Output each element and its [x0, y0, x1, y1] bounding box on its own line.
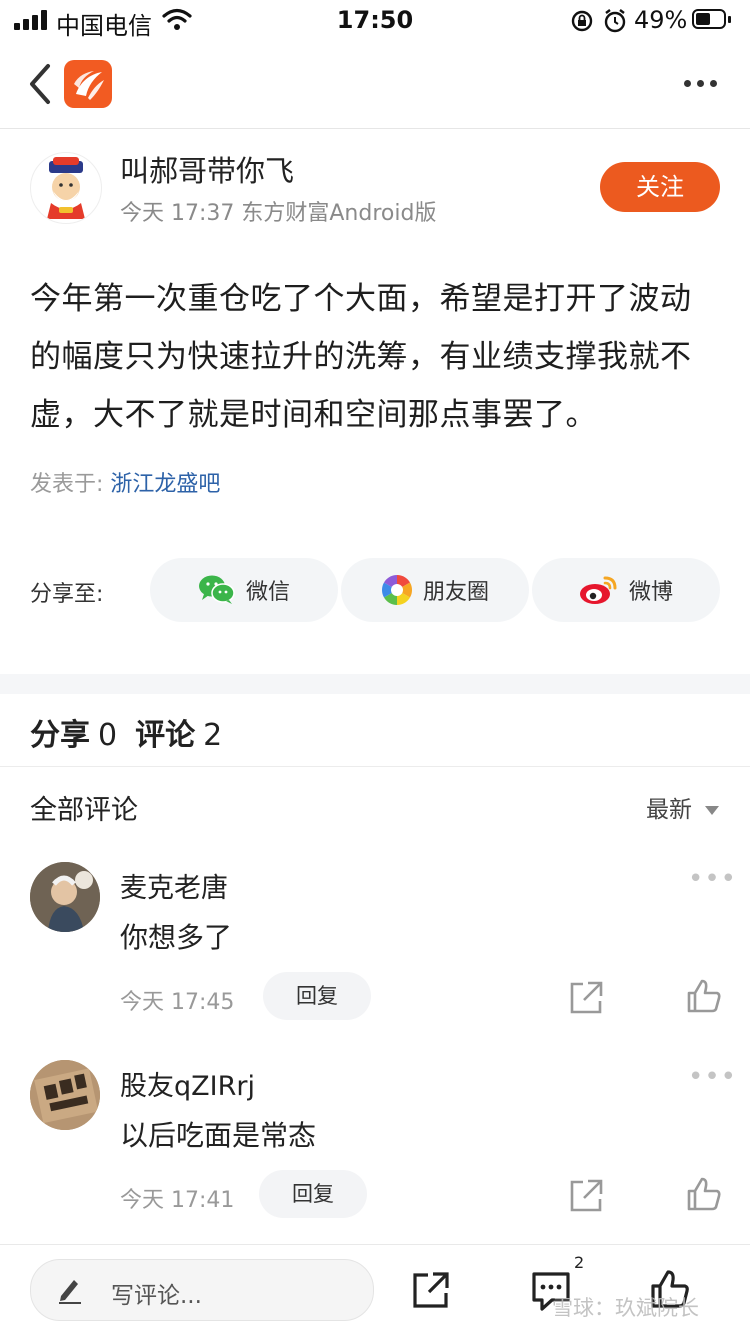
share-weibo-label: 微博	[628, 580, 673, 605]
back-button[interactable]	[24, 62, 56, 106]
posted-in-label: 发表于:	[30, 472, 104, 497]
like-icon[interactable]	[684, 976, 724, 1016]
caret-down-icon	[705, 806, 720, 815]
comment-author[interactable]: 股友qZIRrj	[120, 1064, 255, 1103]
share-wechat-label: 微信	[245, 580, 290, 605]
battery-percentage: 49%	[634, 6, 688, 34]
sort-dropdown[interactable]: 最新	[646, 790, 720, 824]
pencil-icon	[59, 1280, 81, 1304]
author-name[interactable]: 叫郝哥带你飞	[120, 148, 294, 190]
comment-count-badge: 2	[574, 1253, 585, 1272]
rotation-lock-icon	[571, 10, 593, 32]
comment-stat-label[interactable]: 评论	[135, 718, 195, 753]
post-body: 今年第一次重仓吃了个大面，希望是打开了波动的幅度只为快速拉升的洗筹，有业绩支撑我…	[30, 281, 692, 433]
watermark: 雪球：玖斌院长	[552, 1296, 699, 1320]
sort-label: 最新	[646, 797, 692, 823]
post-stats: 分享 0 评论 2	[30, 710, 240, 754]
comment-avatar[interactable]	[30, 1060, 100, 1130]
moments-icon	[381, 575, 412, 605]
share-count: 0	[98, 718, 118, 753]
share-moments-label: 朋友圈	[422, 580, 489, 605]
comment-time: 今天 17:41	[120, 1188, 235, 1213]
battery-icon	[692, 9, 732, 31]
comment-more-button[interactable]: •••	[688, 864, 737, 894]
comment-avatar[interactable]	[30, 862, 100, 932]
comment-time: 今天 17:45	[120, 990, 235, 1015]
share-wechat-button[interactable]: 微信	[150, 558, 338, 622]
section-divider	[0, 674, 750, 694]
like-icon[interactable]	[684, 1174, 724, 1214]
stats-divider	[0, 766, 750, 767]
follow-button[interactable]: 关注	[600, 162, 720, 212]
share-weibo-button[interactable]: 微博	[532, 558, 720, 622]
comment-text: 以后吃面是常态	[120, 1119, 317, 1152]
posted-in: 发表于: 浙江龙盛吧	[30, 466, 220, 498]
share-stat-label[interactable]: 分享	[30, 718, 90, 753]
comment-author[interactable]: 麦克老唐	[120, 866, 228, 905]
comment-more-button[interactable]: •••	[688, 1062, 737, 1092]
post-meta: 今天 17:37 东方财富Android版	[120, 201, 437, 226]
forum-link[interactable]: 浙江龙盛吧	[110, 472, 220, 497]
weibo-icon	[579, 576, 617, 604]
share-button[interactable]	[410, 1269, 452, 1311]
more-button[interactable]	[684, 78, 718, 90]
comment-count: 2	[203, 718, 223, 753]
alarm-icon	[604, 9, 626, 33]
write-comment-placeholder: 写评论...	[111, 1283, 202, 1309]
nav-bar	[0, 40, 750, 129]
reply-button[interactable]: 回复	[263, 972, 371, 1020]
share-icon[interactable]	[566, 978, 606, 1018]
status-bar: 中国电信 17:50 49%	[0, 0, 750, 40]
wechat-icon	[198, 575, 235, 604]
share-icon[interactable]	[566, 1176, 606, 1216]
share-moments-button[interactable]: 朋友圈	[341, 558, 529, 622]
all-comments-title: 全部评论	[30, 795, 138, 826]
eastmoney-logo-icon	[64, 60, 112, 108]
comment-text: 你想多了	[120, 921, 233, 954]
author-avatar[interactable]	[30, 152, 102, 224]
write-comment-input[interactable]: 写评论...	[30, 1259, 374, 1321]
reply-button[interactable]: 回复	[259, 1170, 367, 1218]
share-label: 分享至:	[30, 582, 104, 607]
